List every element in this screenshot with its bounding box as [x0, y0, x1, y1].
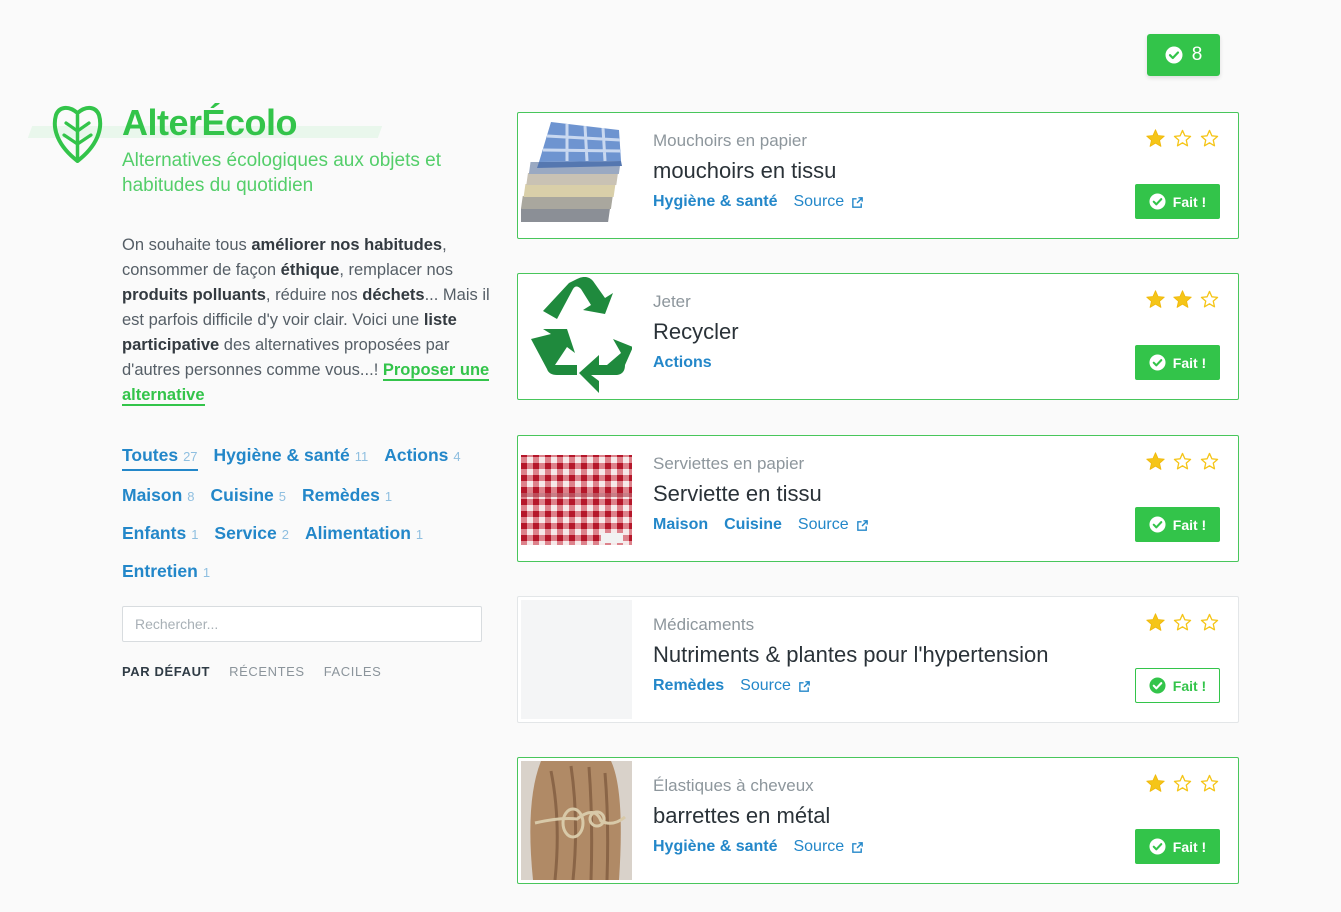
check-circle-icon	[1149, 838, 1166, 855]
filter-entretien[interactable]: Entretien 1	[122, 560, 210, 585]
difficulty-stars	[1145, 773, 1220, 794]
star-empty-icon	[1199, 128, 1220, 149]
star-filled-icon	[1172, 289, 1193, 310]
filter-cuisine[interactable]: Cuisine 5	[211, 484, 286, 509]
filter-alimentation[interactable]: Alimentation 1	[305, 522, 423, 547]
card-category: Mouchoirs en papier	[653, 131, 808, 150]
filter-actions[interactable]: Actions 4	[384, 444, 460, 471]
done-count: 8	[1191, 44, 1203, 65]
search-input[interactable]	[122, 606, 482, 642]
check-circle-icon	[1149, 516, 1166, 533]
star-empty-icon	[1199, 773, 1220, 794]
card-tags: Maison Cuisine Source	[653, 516, 869, 534]
alternative-card: Serviettes en papier Serviette en tissu …	[517, 435, 1239, 562]
mark-done-button[interactable]: Fait !	[1135, 668, 1220, 703]
difficulty-stars	[1145, 128, 1220, 149]
card-tag[interactable]: Cuisine	[724, 516, 782, 534]
category-filters: Toutes 27 Hygiène & santé 11 Actions 4 Mais…	[122, 444, 482, 585]
alternative-card: Élastiques à cheveux barrettes en métal …	[517, 757, 1239, 884]
filter-enfants[interactable]: Enfants 1	[122, 522, 198, 547]
star-empty-icon	[1172, 128, 1193, 149]
sort-tabs: PAR DÉFAUT RÉCENTES FACILES	[122, 664, 381, 679]
card-tag[interactable]: Maison	[653, 516, 708, 534]
card-title: Nutriments & plantes pour l'hypertension	[653, 642, 1049, 667]
filter-service[interactable]: Service 2	[214, 522, 289, 547]
check-circle-icon	[1165, 46, 1183, 64]
card-title: barrettes en métal	[653, 803, 831, 828]
mark-done-button[interactable]: Fait !	[1135, 507, 1220, 542]
card-category: Élastiques à cheveux	[653, 776, 814, 795]
site-tagline: Alternatives écologiques aux objets et h…	[122, 150, 441, 196]
source-link[interactable]: Source	[793, 193, 864, 211]
star-empty-icon	[1199, 451, 1220, 472]
site-title: AlterÉcolo	[122, 102, 298, 143]
card-image-checkered-napkin	[521, 439, 632, 558]
star-empty-icon	[1199, 289, 1220, 310]
card-title: Serviette en tissu	[653, 481, 822, 506]
card-tags: Actions	[653, 354, 712, 372]
intro-text: On souhaite tous améliorer nos habitudes…	[122, 236, 490, 406]
filter-remedes[interactable]: Remèdes 1	[302, 484, 392, 509]
difficulty-stars	[1145, 612, 1220, 633]
card-title: mouchoirs en tissu	[653, 158, 837, 183]
source-link[interactable]: Source	[740, 677, 811, 695]
external-link-icon	[856, 519, 869, 532]
star-filled-icon	[1145, 289, 1166, 310]
difficulty-stars	[1145, 289, 1220, 310]
alternative-card: Médicaments Nutriments & plantes pour l'…	[517, 596, 1239, 723]
filter-toutes[interactable]: Toutes 27	[122, 444, 198, 471]
card-tags: Hygiène & santé Source	[653, 838, 864, 856]
card-category: Jeter	[653, 292, 691, 311]
star-empty-icon	[1172, 451, 1193, 472]
source-link[interactable]: Source	[793, 838, 864, 856]
sort-default-tab[interactable]: PAR DÉFAUT	[122, 664, 210, 679]
sort-easy-tab[interactable]: FACILES	[324, 664, 382, 679]
check-circle-icon	[1149, 193, 1166, 210]
card-tag[interactable]: Hygiène & santé	[653, 193, 777, 211]
card-tag[interactable]: Hygiène & santé	[653, 838, 777, 856]
card-category: Médicaments	[653, 615, 755, 634]
difficulty-stars	[1145, 451, 1220, 472]
card-title: Recycler	[653, 319, 739, 344]
done-counter-badge[interactable]: 8	[1147, 34, 1220, 76]
card-tags: Hygiène & santé Source	[653, 193, 864, 211]
external-link-icon	[798, 680, 811, 693]
star-filled-icon	[1145, 128, 1166, 149]
card-image-recycle-symbol	[521, 277, 632, 396]
source-link[interactable]: Source	[798, 516, 869, 534]
check-circle-icon	[1149, 354, 1166, 371]
leaf-logo-icon	[52, 106, 103, 163]
star-empty-icon	[1172, 612, 1193, 633]
star-empty-icon	[1172, 773, 1193, 794]
filter-maison[interactable]: Maison 8	[122, 484, 195, 509]
card-image-placeholder	[521, 600, 632, 719]
alternative-card: Mouchoirs en papier mouchoirs en tissu H…	[517, 112, 1239, 239]
star-filled-icon	[1145, 612, 1166, 633]
card-image-handkerchiefs	[521, 116, 632, 235]
card-image-hair-barrette	[521, 761, 632, 880]
alternative-card: Jeter Recycler Actions Fait !	[517, 273, 1239, 400]
card-tags: Remèdes Source	[653, 677, 811, 695]
star-filled-icon	[1145, 773, 1166, 794]
external-link-icon	[851, 841, 864, 854]
mark-done-button[interactable]: Fait !	[1135, 829, 1220, 864]
external-link-icon	[851, 196, 864, 209]
star-empty-icon	[1199, 612, 1220, 633]
card-tag[interactable]: Actions	[653, 354, 712, 372]
star-filled-icon	[1145, 451, 1166, 472]
check-circle-icon	[1149, 677, 1166, 694]
mark-done-button[interactable]: Fait !	[1135, 345, 1220, 380]
sort-recent-tab[interactable]: RÉCENTES	[229, 664, 305, 679]
filter-hygiene-sante[interactable]: Hygiène & santé 11	[214, 444, 369, 471]
card-tag[interactable]: Remèdes	[653, 677, 724, 695]
card-category: Serviettes en papier	[653, 454, 805, 473]
mark-done-button[interactable]: Fait !	[1135, 184, 1220, 219]
